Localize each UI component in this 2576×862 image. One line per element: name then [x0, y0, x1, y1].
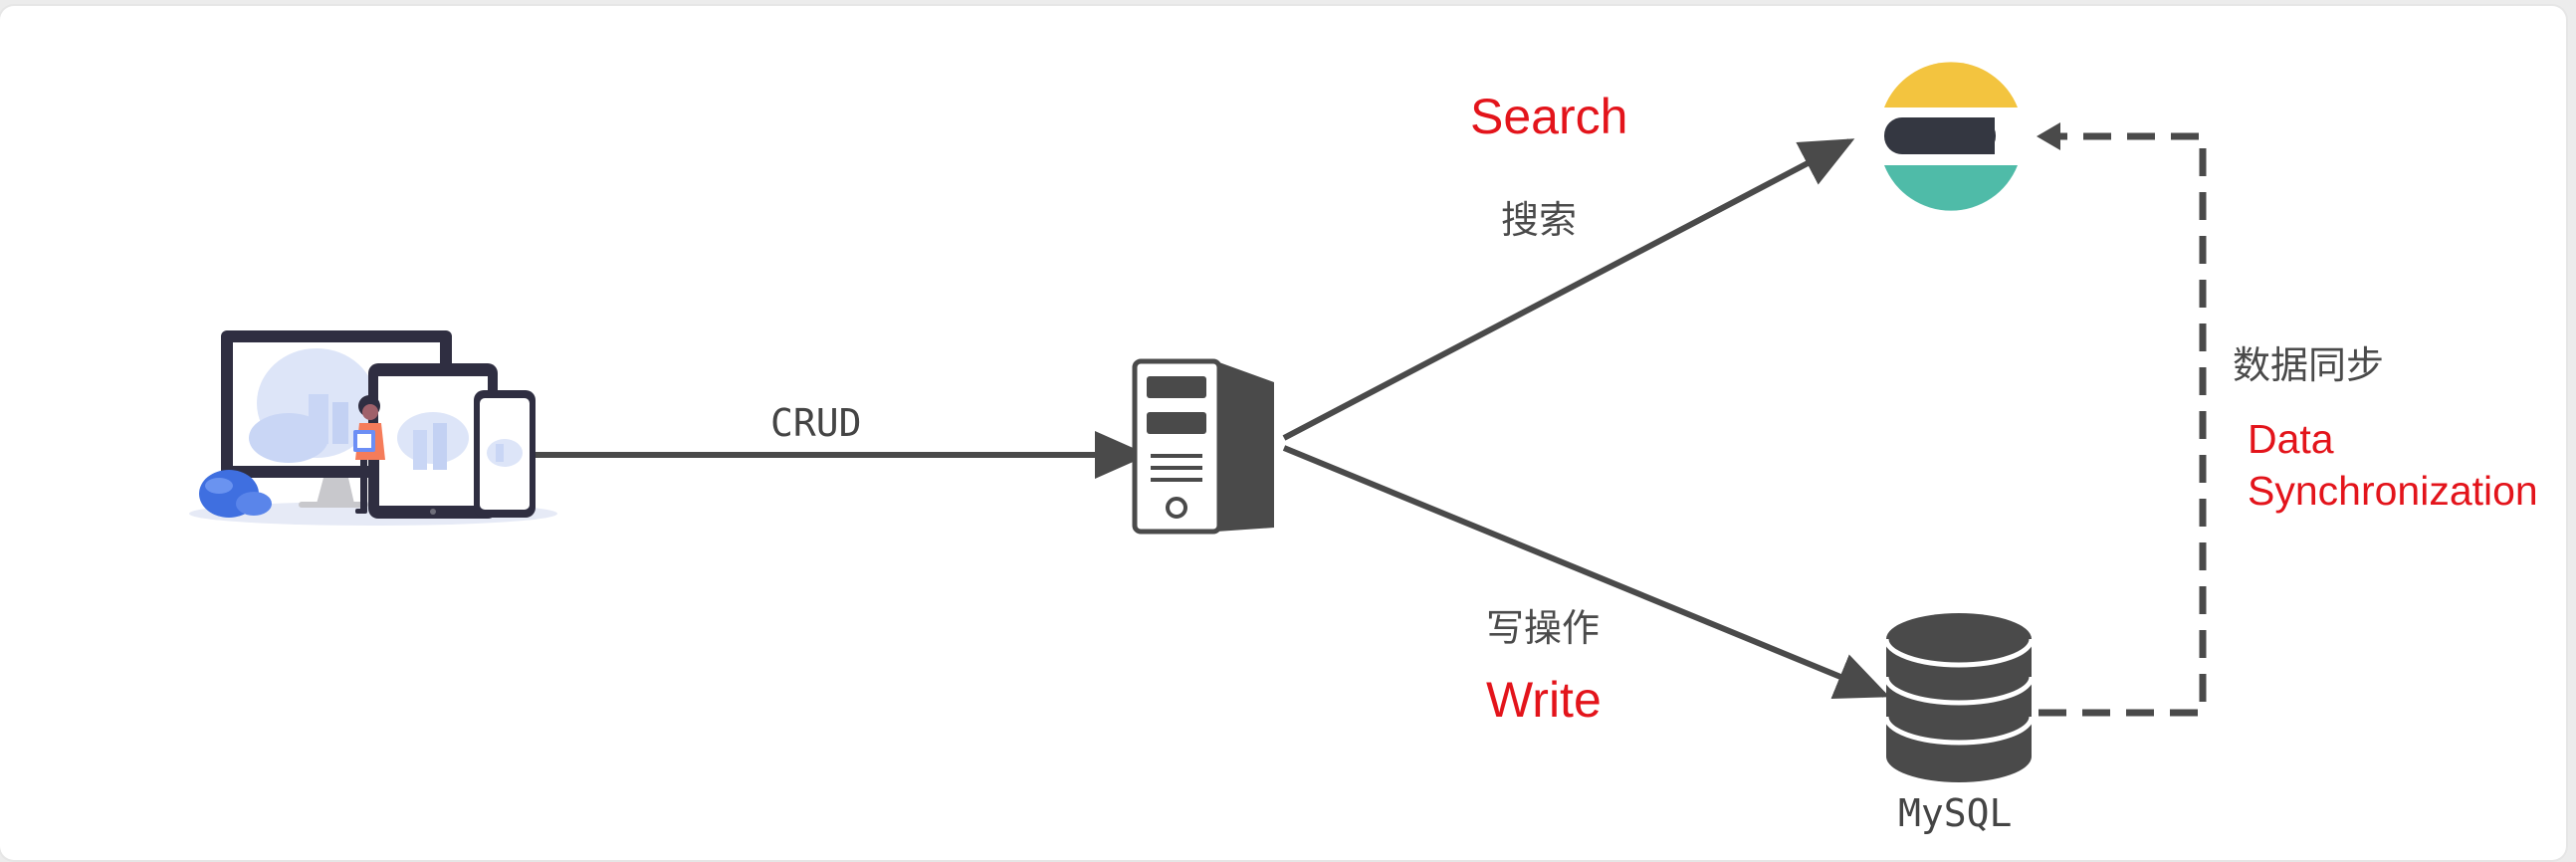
write-arrow	[1282, 445, 1890, 699]
write-label-en: Write	[1486, 672, 1602, 728]
crud-label: CRUD	[770, 401, 862, 445]
database-cylinder-icon	[1883, 613, 2035, 782]
server-tower-icon	[1132, 358, 1274, 535]
sync-arrowhead	[2037, 122, 2060, 150]
elasticsearch-logo-icon	[1884, 62, 2018, 211]
diagram-canvas	[189, 62, 2207, 782]
database-label: MySQL	[1898, 791, 2013, 835]
search-label-zh: 搜索	[1501, 198, 1578, 242]
devices-illustration-icon	[189, 330, 557, 526]
sync-label-en-line2: Synchronization	[2248, 468, 2538, 514]
sync-label-zh: 数据同步	[2233, 343, 2385, 387]
search-arrow	[1282, 138, 1855, 441]
sync-label-en-line1: Data	[2248, 416, 2334, 462]
write-label-zh: 写操作	[1486, 606, 1601, 650]
sync-dashed-arrow	[2039, 132, 2207, 717]
architecture-diagram: CRUD Search 搜索 写操作 Write 数据同步 Data Synch…	[0, 0, 2576, 862]
search-label-en: Search	[1470, 89, 1628, 144]
